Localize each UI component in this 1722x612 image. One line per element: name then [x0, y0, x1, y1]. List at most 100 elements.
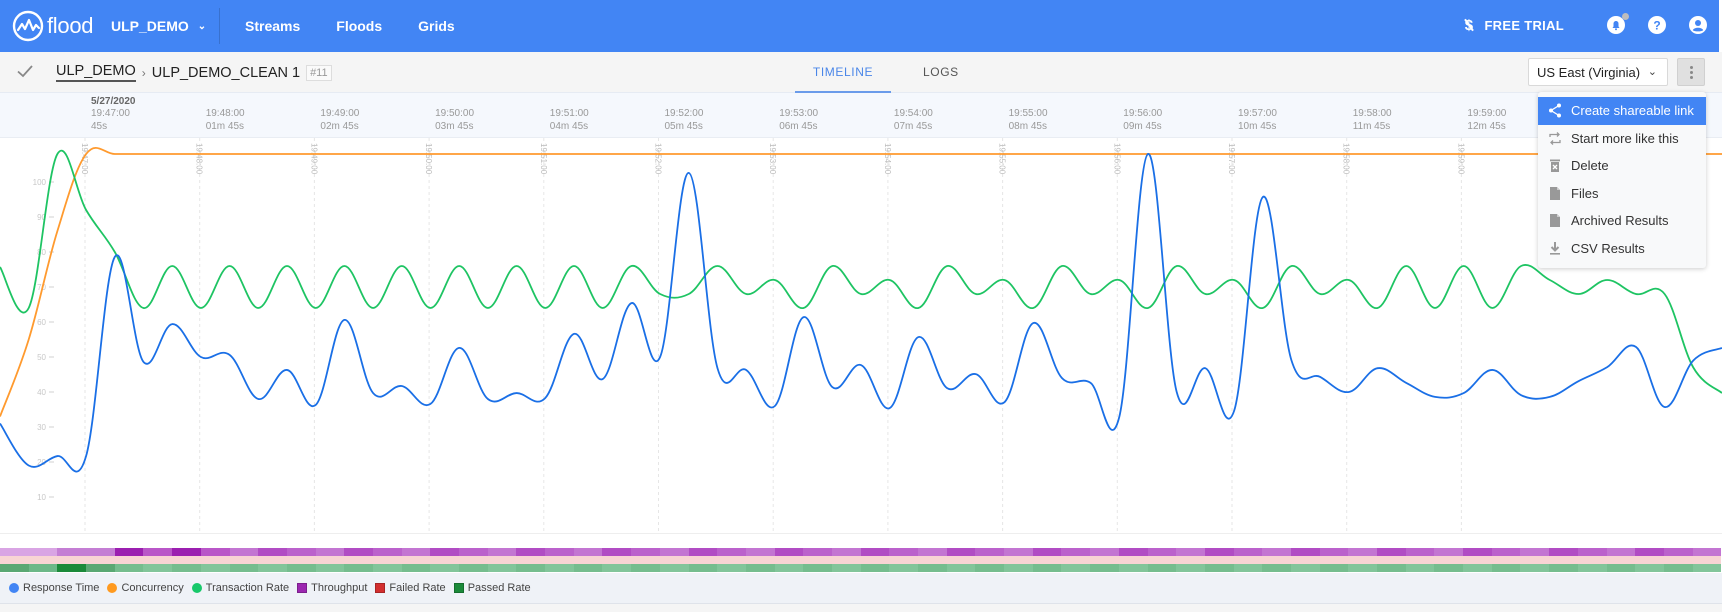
x-tick-label: 19:52:00 — [654, 143, 663, 175]
flood-logo[interactable]: flood — [12, 10, 94, 42]
throughput-cell — [1491, 548, 1521, 556]
throughput-cell — [545, 548, 574, 556]
nav-floods[interactable]: Floods — [336, 18, 382, 34]
column-elapsed: 05m 45s — [664, 121, 703, 132]
passed-rate-cell — [659, 564, 689, 572]
timeline-column-label: 19:58:00 11m 45s — [1353, 107, 1392, 133]
y-tick-label: 60 — [37, 318, 46, 327]
failed-rate-cell — [745, 556, 775, 564]
throughput-cell — [1262, 548, 1291, 556]
column-time: 19:52:00 — [664, 108, 704, 119]
timeline-column-label: 19:47:00 45s — [91, 107, 130, 133]
failed-rate-cell — [28, 556, 58, 564]
timeline-chart[interactable]: 19:47:00 19:48:00 19:49:00 19:50:00 19:51:00… — [0, 138, 1722, 534]
menu-item-start-more-like-this[interactable]: Start more like this — [1538, 125, 1706, 153]
free-trial-button[interactable]: $ FREE TRIAL — [1465, 17, 1564, 34]
throughput-cell — [143, 548, 173, 556]
throughput-cell — [831, 548, 861, 556]
column-elapsed: 01m 45s — [205, 121, 245, 132]
flood-app: flood ULP_DEMO ⌄ Streams Floods Grids $ … — [0, 0, 1722, 612]
notifications-button[interactable] — [1605, 13, 1629, 36]
passed-rate-cell — [975, 564, 1005, 572]
failed-rate-cell — [372, 556, 402, 564]
legend-item[interactable]: Concurrency — [107, 582, 184, 594]
legend-swatch-icon — [297, 583, 308, 593]
series-line-response-time[interactable] — [0, 153, 1722, 473]
menu-item-delete[interactable]: Delete — [1538, 152, 1706, 180]
user-button[interactable] — [1687, 14, 1709, 36]
throughput-cell — [516, 548, 546, 556]
menu-item-files[interactable]: Files — [1538, 180, 1706, 208]
series-line-transaction-rate[interactable] — [0, 149, 1722, 394]
passed-rate-cell — [1549, 564, 1578, 572]
failed-rate-cell — [1606, 556, 1636, 564]
throughput-cell — [1319, 548, 1349, 556]
menu-item-archived-results[interactable]: Archived Results — [1538, 207, 1706, 235]
y-tick-label: 80 — [37, 248, 46, 257]
failed-rate-cell — [1090, 556, 1119, 564]
column-time: 19:55:00 — [1008, 108, 1048, 119]
failed-rate-cell — [1663, 556, 1693, 564]
passed-rate-cell — [946, 564, 976, 572]
failed-rate-cell — [487, 556, 517, 564]
legend-item[interactable]: Response Time — [9, 582, 99, 594]
x-tick-label: 19:57:00 — [1227, 143, 1236, 175]
failed-rate-cell — [1549, 556, 1578, 564]
passed-rate-cell — [745, 564, 775, 572]
timeline-column-label: 19:52:00 05m 45s — [665, 107, 704, 133]
breadcrumb-project[interactable]: ULP_DEMO — [56, 63, 136, 82]
tab-logs[interactable]: LOGS — [923, 52, 959, 93]
throughput-cell — [1061, 548, 1091, 556]
timeline-column-label: 19:49:00 02m 45s — [320, 107, 359, 133]
throughput-cell — [57, 548, 87, 556]
failed-rate-cell — [1147, 556, 1177, 564]
failed-rate-cell — [889, 556, 918, 564]
x-tick-label: 19:54:00 — [883, 143, 892, 175]
org-selector[interactable]: ULP_DEMO ⌄ — [111, 18, 206, 34]
x-tick-label: 19:58:00 — [1342, 143, 1351, 175]
legend-item[interactable]: Transaction Rate — [191, 582, 289, 594]
nav-streams[interactable]: Streams — [245, 18, 300, 34]
passed-rate-cell — [688, 564, 718, 572]
legend-item[interactable]: Passed Rate — [453, 582, 531, 594]
passed-rate-cell — [717, 564, 746, 572]
logo-text: flood — [47, 13, 94, 38]
menu-item-csv-results[interactable]: CSV Results — [1538, 235, 1706, 263]
help-button[interactable]: ? — [1646, 14, 1668, 36]
passed-rate-cell — [1290, 564, 1320, 572]
failed-rate-cell — [258, 556, 287, 564]
column-elapsed: 45s — [91, 121, 108, 132]
region-select[interactable]: US East (Virginia) ⌄ — [1528, 58, 1668, 86]
failed-rate-cell — [1405, 556, 1435, 564]
column-elapsed: 06m 45s — [779, 121, 818, 132]
failed-rate-cell — [459, 556, 488, 564]
x-tick-label: 19:47:00 — [80, 143, 89, 175]
failed-rate-cell — [1290, 556, 1320, 564]
throughput-cell — [1520, 548, 1550, 556]
legend-item[interactable]: Throughput — [297, 582, 367, 594]
heatmap-strips — [0, 548, 1722, 573]
throughput-cell — [1032, 548, 1062, 556]
throughput-cell — [774, 548, 804, 556]
failed-rate-cell — [1061, 556, 1091, 564]
more-options-button[interactable] — [1677, 58, 1705, 86]
flood-logo-icon — [12, 10, 44, 42]
legend-item[interactable]: Failed Rate — [375, 582, 446, 594]
file-icon — [1548, 213, 1562, 229]
timeline-column-label: 19:57:00 10m 45s — [1238, 107, 1277, 133]
menu-item-create-shareable-link[interactable]: Create shareable link — [1538, 97, 1706, 125]
failed-rate-cell — [1434, 556, 1464, 564]
throughput-cell — [114, 548, 144, 556]
tab-timeline[interactable]: TIMELINE — [795, 52, 891, 93]
breadcrumb-run-name: ULP_DEMO_CLEAN 1 — [151, 64, 301, 81]
passed-rate-strip — [0, 564, 1722, 572]
x-tick-label: 19:49:00 — [309, 143, 318, 175]
x-tick-label: 19:51:00 — [539, 143, 548, 175]
passed-rate-cell — [1233, 564, 1263, 572]
throughput-cell — [1405, 548, 1435, 556]
throughput-cell — [688, 548, 718, 556]
failed-rate-cell — [0, 556, 29, 564]
x-tick-label: 19:50:00 — [424, 143, 433, 175]
nav-grids[interactable]: Grids — [418, 18, 455, 34]
series-line-concurrency[interactable] — [0, 147, 1722, 417]
